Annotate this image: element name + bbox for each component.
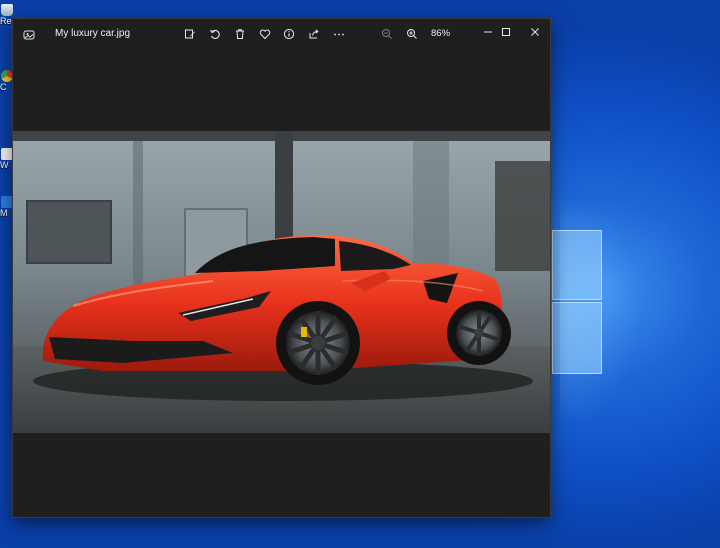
recycle-bin-icon xyxy=(1,4,13,16)
more-icon xyxy=(334,33,344,36)
delete-button[interactable] xyxy=(232,26,248,42)
close-icon xyxy=(531,28,539,36)
desktop-icon-chrome[interactable]: C xyxy=(0,70,14,92)
desktop-icon-recycle-bin[interactable]: Re xyxy=(0,4,14,26)
desktop-icon-label: W xyxy=(0,160,9,170)
zoom-in-icon xyxy=(407,29,417,39)
maximize-icon xyxy=(502,28,510,36)
photo[interactable] xyxy=(13,131,550,433)
edge-icon xyxy=(1,196,13,208)
document-icon xyxy=(1,148,13,160)
photos-app-icon xyxy=(23,28,35,40)
favorite-button[interactable] xyxy=(257,26,273,42)
zoom-in-button[interactable] xyxy=(404,26,420,42)
delete-icon xyxy=(236,29,244,39)
minimize-icon xyxy=(484,31,492,33)
desktop-icon-label: Re xyxy=(0,16,12,26)
share-button[interactable] xyxy=(306,26,322,42)
rotate-button[interactable] xyxy=(207,26,223,42)
zoom-out-button[interactable] xyxy=(379,26,395,42)
windows-logo xyxy=(552,226,602,376)
share-icon xyxy=(309,29,319,39)
car-photo xyxy=(13,131,550,433)
edit-icon xyxy=(185,29,195,39)
close-button[interactable] xyxy=(523,23,547,41)
desktop-icon-edge[interactable]: M xyxy=(0,196,14,218)
info-icon xyxy=(283,28,295,40)
more-options-button[interactable] xyxy=(331,26,347,42)
title-bar[interactable]: My luxury car.jpg 86% xyxy=(13,19,550,49)
zoom-level[interactable]: 86% xyxy=(431,28,450,39)
desktop-icon-label: M xyxy=(0,208,8,218)
heart-icon xyxy=(259,29,271,40)
zoom-out-icon xyxy=(382,29,392,39)
photos-window: My luxury car.jpg 86% xyxy=(13,19,550,517)
chrome-icon xyxy=(1,70,13,82)
image-viewer[interactable] xyxy=(13,49,550,517)
desktop-icon-label: C xyxy=(0,82,7,92)
rotate-icon xyxy=(210,29,220,39)
windows-logo-pane-bottom xyxy=(552,302,602,374)
windows-logo-pane-top xyxy=(552,230,602,300)
desktop-icon-word[interactable]: W xyxy=(0,148,14,170)
edit-button[interactable] xyxy=(182,26,198,42)
info-button[interactable] xyxy=(281,26,297,42)
maximize-button[interactable] xyxy=(494,23,518,41)
window-title: My luxury car.jpg xyxy=(55,28,131,39)
